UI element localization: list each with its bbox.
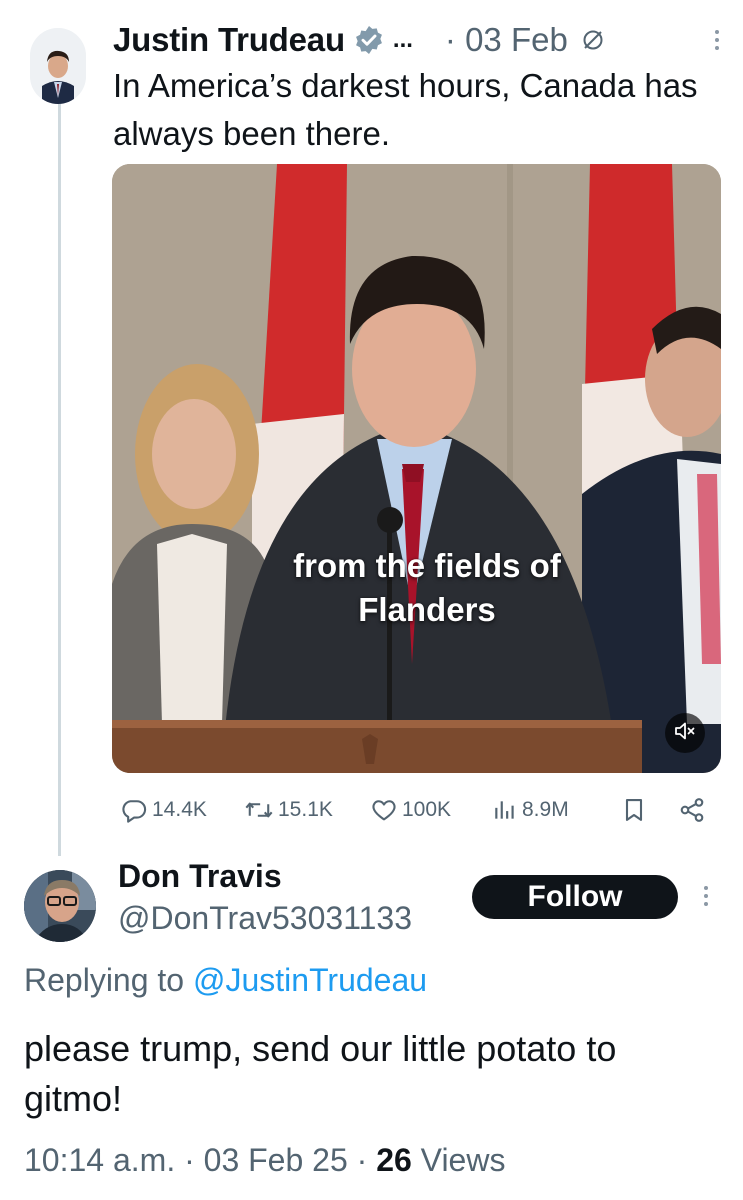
share-button[interactable] [674,796,706,824]
post-date[interactable]: · 03 Feb [445,21,568,59]
reply-button[interactable]: 14.4K [116,796,207,824]
replying-to-mention-link[interactable]: @JustinTrudeau [193,962,427,998]
replying-to-prefix: Replying to [24,962,185,998]
share-icon [678,796,706,824]
reply-timestamp[interactable]: 10:14 a.m. · 03 Feb 25 · [24,1142,367,1178]
bookmark-icon [620,795,648,825]
reply-text: please trump, send our little potato to … [24,1028,617,1119]
verified-badge-icon [353,24,385,56]
post-header: Justin Trudeau ... · 03 Feb [113,18,723,62]
views-count: 8.9M [522,798,569,821]
like-button[interactable]: 100K [366,796,451,824]
more-vertical-icon[interactable] [711,24,723,56]
bookmark-button[interactable] [616,795,648,825]
like-count: 100K [402,798,452,821]
author-name[interactable]: Justin Trudeau [113,21,345,59]
tweet-detail-screen: Justin Trudeau ... · 03 Feb In America’s… [0,0,743,1200]
reply-views-count: 26 [376,1142,412,1178]
views-button[interactable]: 8.9M [488,796,569,824]
mute-icon [673,719,697,748]
reply-icon [120,796,148,824]
reply-avatar[interactable] [24,870,96,942]
thread-connector-line [58,104,61,856]
name-truncation: ... [392,26,413,53]
reply-author-handle[interactable]: @DonTrav53031133 [118,900,412,937]
like-icon [370,796,398,824]
video-player[interactable]: from the fields of Flanders [112,164,721,773]
repost-button[interactable]: 15.1K [240,796,333,824]
reply-count: 14.4K [152,798,207,821]
avatar[interactable] [30,28,86,104]
follow-button[interactable]: Follow [472,875,678,919]
reply-author-name[interactable]: Don Travis [118,858,282,895]
post-action-bar: 14.4K 15.1K 100K 8.9M [112,788,712,832]
repost-icon [244,796,274,824]
edited-icon[interactable] [580,27,606,53]
reply-meta: 10:14 a.m. · 03 Feb 25 · 26 Views [24,1142,505,1179]
reply-views-label: Views [420,1142,506,1178]
video-caption: from the fields of Flanders [293,547,561,628]
video-frame [112,164,721,773]
views-icon [492,796,518,824]
more-vertical-icon[interactable] [700,880,712,912]
repost-count: 15.1K [278,798,333,821]
mute-button[interactable] [665,713,705,753]
replying-to-line: Replying to @JustinTrudeau [24,962,427,999]
post-text: In America’s darkest hours, Canada has a… [113,67,698,152]
